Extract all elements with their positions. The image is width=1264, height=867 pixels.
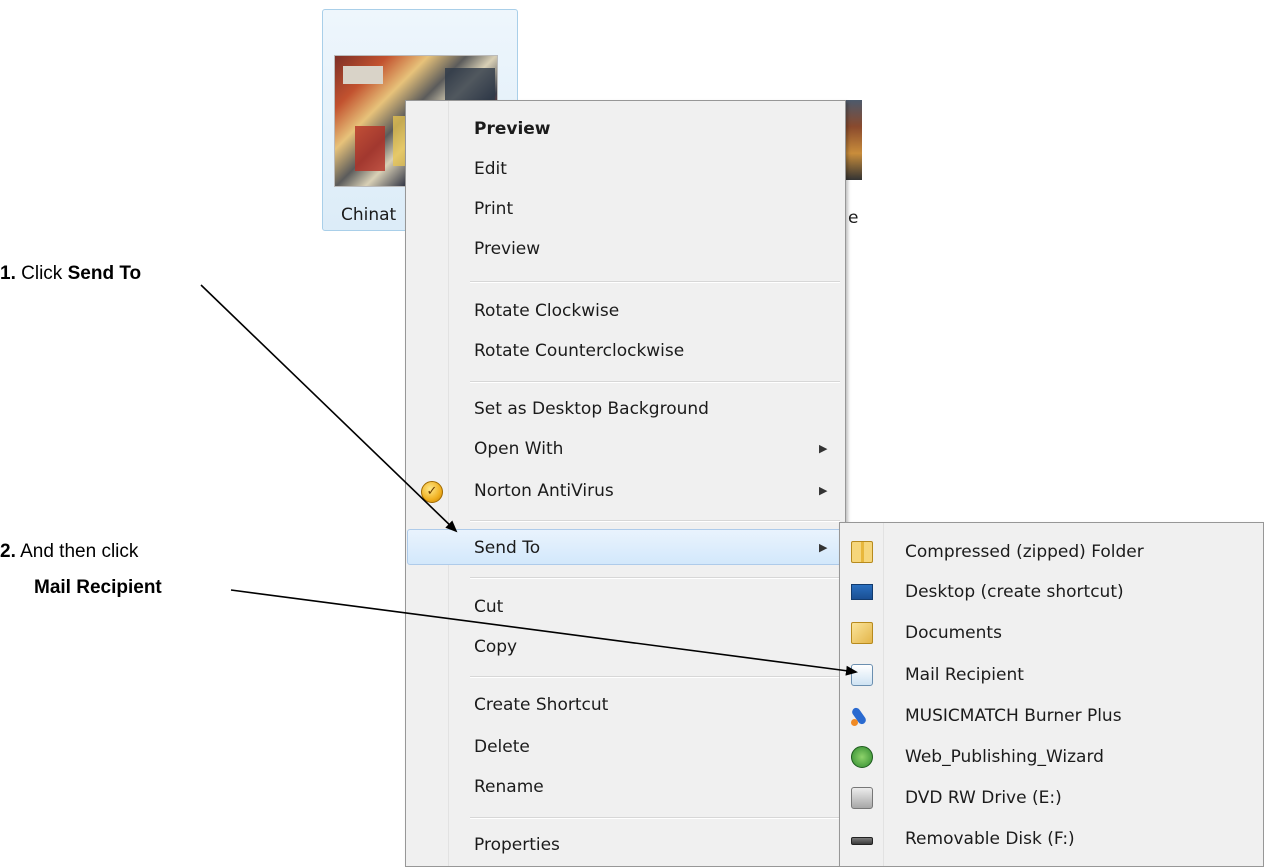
file-name-label[interactable]: Chinat	[341, 205, 396, 225]
step-2-instruction: 2. And then click	[0, 541, 139, 562]
menu-item-rotate-counterclockwise[interactable]: Rotate Counterclockwise	[409, 333, 842, 369]
menu-item-norton-antivirus[interactable]: ✓ Norton AntiVirus ▶	[409, 473, 842, 509]
menu-separator	[470, 381, 840, 383]
step-2-target-label: Mail Recipient	[34, 577, 162, 598]
menu-item-set-desktop-background[interactable]: Set as Desktop Background	[409, 391, 842, 427]
web-publishing-icon	[851, 746, 873, 768]
menu-separator	[470, 281, 840, 283]
removable-disk-icon	[851, 837, 873, 845]
musicmatch-icon	[851, 705, 873, 727]
menu-item-cut[interactable]: Cut	[409, 589, 842, 625]
zip-folder-icon	[851, 541, 873, 563]
menu-item-edit[interactable]: Edit	[409, 151, 842, 187]
photo-thumbnail-icon[interactable]	[846, 100, 862, 180]
menu-item-rename[interactable]: Rename	[409, 769, 842, 805]
file-name-label[interactable]: e	[848, 208, 862, 228]
send-to-desktop[interactable]: Desktop (create shortcut)	[843, 574, 1261, 610]
menu-item-properties[interactable]: Properties	[409, 827, 842, 863]
send-to-mail-recipient[interactable]: Mail Recipient	[843, 657, 1261, 693]
submenu-arrow-icon: ▶	[819, 484, 828, 497]
menu-item-open-with[interactable]: Open With ▶	[409, 431, 842, 467]
send-to-web-publishing-wizard[interactable]: Web_Publishing_Wizard	[843, 739, 1261, 775]
norton-icon: ✓	[421, 481, 443, 503]
menu-item-send-to[interactable]: Send To ▶	[407, 529, 846, 565]
menu-item-preview-default[interactable]: Preview	[409, 111, 842, 147]
menu-item-create-shortcut[interactable]: Create Shortcut	[409, 687, 842, 723]
send-to-dvd-drive[interactable]: DVD RW Drive (E:)	[843, 780, 1261, 816]
submenu-arrow-icon: ▶	[819, 442, 828, 455]
menu-separator	[470, 676, 840, 678]
menu-separator	[470, 817, 840, 819]
send-to-musicmatch[interactable]: MUSICMATCH Burner Plus	[843, 698, 1261, 734]
context-menu: Preview Edit Print Preview Rotate Clockw…	[405, 100, 846, 867]
menu-item-preview[interactable]: Preview	[409, 231, 842, 267]
documents-folder-icon	[851, 622, 873, 644]
send-to-removable-disk[interactable]: Removable Disk (F:)	[843, 821, 1261, 857]
step-1-instruction: 1. Click Send To	[0, 263, 142, 284]
mail-icon	[851, 664, 873, 686]
menu-item-rotate-clockwise[interactable]: Rotate Clockwise	[409, 293, 842, 329]
menu-separator	[470, 577, 840, 579]
send-to-documents[interactable]: Documents	[843, 615, 1261, 651]
submenu-arrow-icon: ▶	[819, 541, 828, 554]
send-to-submenu: Compressed (zipped) Folder Desktop (crea…	[839, 522, 1264, 867]
desktop-icon	[851, 584, 873, 600]
menu-item-copy[interactable]: Copy	[409, 629, 842, 665]
dvd-drive-icon	[851, 787, 873, 809]
menu-item-print[interactable]: Print	[409, 191, 842, 227]
menu-separator	[470, 520, 840, 522]
send-to-compressed-folder[interactable]: Compressed (zipped) Folder	[843, 534, 1261, 570]
menu-item-delete[interactable]: Delete	[409, 729, 842, 765]
